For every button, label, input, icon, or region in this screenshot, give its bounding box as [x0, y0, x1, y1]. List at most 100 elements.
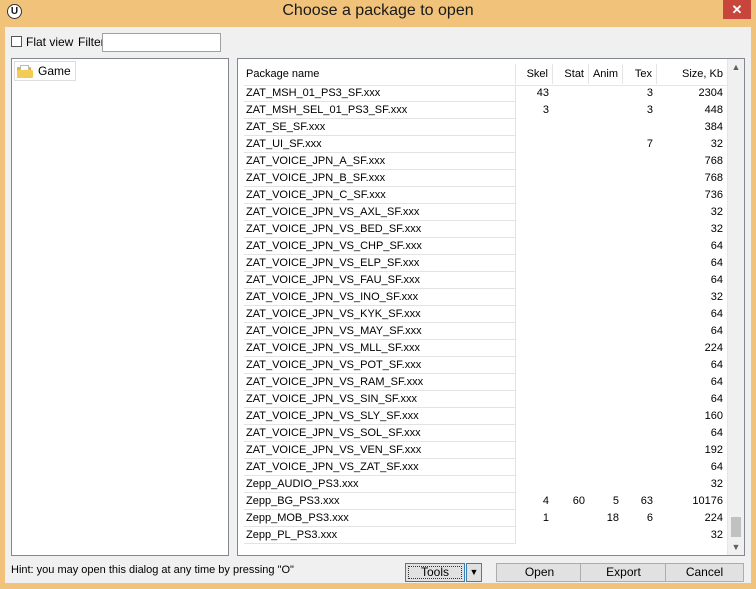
package-list[interactable]: Package name Skel Stat Anim Tex Size, Kb… [237, 58, 745, 556]
table-row[interactable]: ZAT_VOICE_JPN_VS_SOL_SF.xxx 64 [244, 425, 727, 442]
cell-stat [553, 85, 589, 102]
export-button[interactable]: Export [580, 563, 667, 582]
column-header-tex[interactable]: Tex [623, 64, 657, 84]
table-row[interactable]: ZAT_VOICE_JPN_VS_SLY_SF.xxx 160 [244, 408, 727, 425]
column-header-size[interactable]: Size, Kb [657, 64, 727, 84]
cell-anim [589, 187, 623, 204]
column-header-stat[interactable]: Stat [553, 64, 589, 84]
table-row[interactable]: ZAT_MSH_01_PS3_SF.xxx 43 3 2304 [244, 85, 727, 102]
folder-tree[interactable]: Game [11, 58, 229, 556]
cell-skel [516, 306, 553, 323]
column-header-package-name[interactable]: Package name [244, 64, 516, 84]
table-row[interactable]: ZAT_VOICE_JPN_VS_MAY_SF.xxx 64 [244, 323, 727, 340]
filter-input[interactable] [102, 33, 221, 52]
cell-tex [623, 238, 657, 255]
table-row[interactable]: ZAT_VOICE_JPN_VS_POT_SF.xxx 64 [244, 357, 727, 374]
cell-name: ZAT_VOICE_JPN_VS_RAM_SF.xxx [244, 374, 516, 391]
table-row[interactable]: ZAT_VOICE_JPN_VS_ZAT_SF.xxx 64 [244, 459, 727, 476]
cancel-button[interactable]: Cancel [665, 563, 744, 582]
table-row[interactable]: ZAT_VOICE_JPN_VS_BED_SF.xxx 32 [244, 221, 727, 238]
cell-anim [589, 170, 623, 187]
cell-tex [623, 221, 657, 238]
cell-tex [623, 306, 657, 323]
cell-size: 448 [704, 104, 723, 116]
cell-stat [553, 510, 589, 527]
cell-anim [589, 136, 623, 153]
table-row[interactable]: ZAT_VOICE_JPN_VS_RAM_SF.xxx 64 [244, 374, 727, 391]
column-header-anim[interactable]: Anim [589, 64, 623, 84]
table-row[interactable]: ZAT_VOICE_JPN_VS_CHP_SF.xxx 64 [244, 238, 727, 255]
table-row[interactable]: ZAT_VOICE_JPN_VS_INO_SF.xxx 32 [244, 289, 727, 306]
cell-name: Zepp_BG_PS3.xxx [244, 493, 516, 510]
cell-name: ZAT_VOICE_JPN_VS_CHP_SF.xxx [244, 238, 516, 255]
table-row[interactable]: ZAT_VOICE_JPN_VS_AXL_SF.xxx 32 [244, 204, 727, 221]
cell-name: Zepp_PL_PS3.xxx [244, 527, 516, 544]
table-row[interactable]: ZAT_VOICE_JPN_VS_ELP_SF.xxx 64 [244, 255, 727, 272]
cell-stat [553, 255, 589, 272]
table-row[interactable]: Zepp_MOB_PS3.xxx 1 18 6 224 [244, 510, 727, 527]
scroll-thumb[interactable] [731, 517, 741, 537]
open-button[interactable]: Open [496, 563, 583, 582]
tools-button[interactable]: Tools [405, 563, 465, 582]
cell-tex [623, 527, 657, 544]
cell-skel [516, 238, 553, 255]
cell-size: 32 [710, 138, 723, 150]
cell-anim [589, 255, 623, 272]
cell-skel [516, 340, 553, 357]
cell-size: 32 [710, 291, 723, 303]
cell-anim [589, 306, 623, 323]
cell-name: ZAT_VOICE_JPN_C_SF.xxx [244, 187, 516, 204]
cell-tex [623, 340, 657, 357]
table-row[interactable]: ZAT_VOICE_JPN_VS_FAU_SF.xxx 64 [244, 272, 727, 289]
table-row[interactable]: ZAT_MSH_SEL_01_PS3_SF.xxx 3 3 448 [244, 102, 727, 119]
table-row[interactable]: Zepp_PL_PS3.xxx 32 [244, 527, 727, 544]
scroll-up-arrow-icon[interactable]: ▲ [728, 59, 744, 75]
cell-skel [516, 425, 553, 442]
title-bar[interactable]: U Choose a package to open ✕ [0, 0, 756, 24]
cell-stat [553, 527, 589, 544]
table-row[interactable]: ZAT_VOICE_JPN_VS_MLL_SF.xxx 224 [244, 340, 727, 357]
flat-view-checkbox[interactable] [11, 36, 22, 47]
cell-tex [623, 476, 657, 493]
table-row[interactable]: ZAT_UI_SF.xxx 7 32 [244, 136, 727, 153]
cell-name: ZAT_VOICE_JPN_VS_SOL_SF.xxx [244, 425, 516, 442]
cell-stat [553, 476, 589, 493]
cell-skel: 43 [536, 87, 549, 99]
cell-skel [516, 187, 553, 204]
table-row[interactable]: ZAT_VOICE_JPN_C_SF.xxx 736 [244, 187, 727, 204]
tools-dropdown-icon[interactable]: ▼ [466, 563, 482, 582]
flat-view-label[interactable]: Flat view [26, 35, 73, 49]
cell-size: 736 [704, 189, 723, 201]
cell-stat [553, 425, 589, 442]
cell-size: 64 [710, 427, 723, 439]
table-row[interactable]: ZAT_VOICE_JPN_VS_VEN_SF.xxx 192 [244, 442, 727, 459]
table-row[interactable]: ZAT_SE_SF.xxx 384 [244, 119, 727, 136]
hint-text: Hint: you may open this dialog at any ti… [11, 564, 294, 576]
table-row[interactable]: ZAT_VOICE_JPN_VS_KYK_SF.xxx 64 [244, 306, 727, 323]
column-header-skel[interactable]: Skel [516, 64, 553, 84]
table-row[interactable]: ZAT_VOICE_JPN_VS_SIN_SF.xxx 64 [244, 391, 727, 408]
table-row[interactable]: Zepp_AUDIO_PS3.xxx 32 [244, 476, 727, 493]
cell-size: 64 [710, 308, 723, 320]
cell-skel [516, 272, 553, 289]
close-button[interactable]: ✕ [723, 0, 751, 19]
cell-anim [589, 391, 623, 408]
cell-anim [589, 102, 623, 119]
cell-name: ZAT_VOICE_JPN_VS_INO_SF.xxx [244, 289, 516, 306]
table-row[interactable]: Zepp_BG_PS3.xxx 4 60 5 63 10176 [244, 493, 727, 510]
cell-skel [516, 476, 553, 493]
cell-skel [516, 459, 553, 476]
table-row[interactable]: ZAT_VOICE_JPN_B_SF.xxx 768 [244, 170, 727, 187]
tree-item-game[interactable]: Game [14, 61, 76, 81]
cell-anim [589, 527, 623, 544]
cell-anim [589, 153, 623, 170]
cell-skel [516, 357, 553, 374]
vertical-scrollbar[interactable]: ▲ ▼ [727, 59, 744, 555]
table-row[interactable]: ZAT_VOICE_JPN_A_SF.xxx 768 [244, 153, 727, 170]
scroll-down-arrow-icon[interactable]: ▼ [728, 539, 744, 555]
cell-stat [553, 238, 589, 255]
cell-size: 64 [710, 257, 723, 269]
cell-anim [589, 119, 623, 136]
cell-skel [516, 408, 553, 425]
cell-tex: 3 [646, 87, 653, 99]
